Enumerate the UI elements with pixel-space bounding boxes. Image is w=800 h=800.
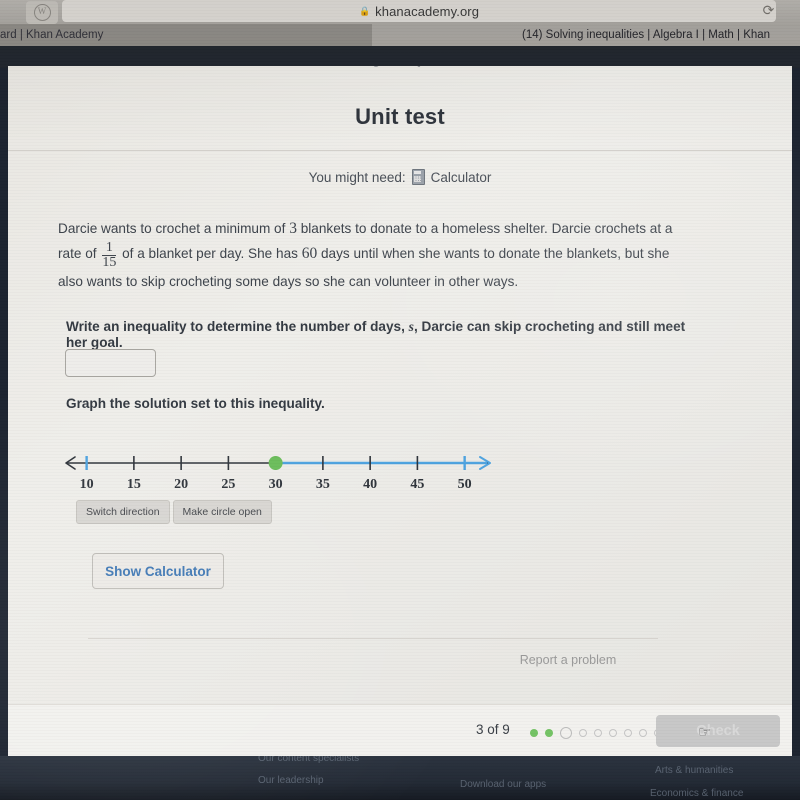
url-text: khanacademy.org	[375, 3, 480, 19]
number-line-widget[interactable]: 10 15 20 25 30 35 40 45 50	[63, 449, 493, 501]
content-divider	[88, 638, 658, 639]
footer-link[interactable]: Download our apps	[460, 779, 546, 790]
footer-link[interactable]: Arts & humanities	[655, 765, 733, 776]
page-header-dark-band	[0, 46, 800, 68]
tab-title: ard | Khan Academy	[0, 29, 104, 41]
graph-prompt: Graph the solution set to this inequalit…	[66, 396, 325, 411]
problem-text-c: of a blanket per day. She has	[118, 246, 302, 261]
reload-icon[interactable]: ⟳	[761, 3, 776, 18]
footer-link[interactable]: Our leadership	[258, 775, 324, 786]
tab-active[interactable]: (14) Solving inequalities | Algebra I | …	[372, 24, 800, 46]
answer-input[interactable]	[65, 349, 156, 377]
problem-number-days: 60	[301, 245, 318, 262]
khan-academy-page: Solving inequalities Unit test You might…	[8, 66, 792, 756]
tab-strip: ard | Khan Academy (14) Solving inequali…	[0, 24, 800, 46]
switch-direction-button[interactable]: Switch direction	[76, 500, 170, 524]
question-text-a: Write an inequality to determine the num…	[66, 319, 409, 334]
question-counter: 3 of 9	[476, 722, 510, 737]
show-calculator-button[interactable]: Show Calculator	[92, 553, 224, 589]
report-a-problem-link[interactable]: Report a problem	[478, 653, 658, 667]
browser-toolbar: W 🔒 khanacademy.org ⟳	[0, 0, 800, 24]
number-line-tick-label: 35	[315, 477, 330, 492]
lock-icon: 🔒	[358, 5, 371, 16]
title-divider	[8, 150, 792, 151]
problem-number-blankets: 3	[289, 220, 297, 237]
number-line-tick-label: 25	[221, 477, 236, 492]
fraction-numerator: 1	[105, 240, 113, 255]
extension-icon: W	[33, 4, 51, 21]
url-bar[interactable]: 🔒 khanacademy.org	[62, 0, 776, 22]
problem-statement: Darcie wants to crochet a minimum of 3 b…	[58, 216, 678, 294]
progress-dot-todo	[624, 729, 632, 737]
progress-dot-todo	[579, 729, 587, 737]
number-line-tick-label: 30	[268, 477, 283, 492]
problem-text-a: Darcie wants to crochet a minimum of	[58, 221, 290, 236]
make-circle-open-button[interactable]: Make circle open	[172, 500, 272, 524]
question-prompt: Write an inequality to determine the num…	[66, 319, 686, 350]
you-might-need-row: You might need: Calculator	[8, 169, 792, 185]
tab-inactive[interactable]: ard | Khan Academy	[0, 24, 370, 46]
progress-dot-todo	[639, 729, 647, 737]
progress-dot-done	[545, 729, 553, 737]
progress-dot-todo	[609, 729, 617, 737]
number-line-tick-label: 10	[79, 477, 94, 492]
number-line-tick-label: 20	[174, 477, 189, 492]
calculator-link[interactable]: Calculator	[431, 170, 492, 185]
calculator-icon	[411, 169, 425, 185]
number-line-tick-label: 40	[363, 477, 378, 492]
progress-dot-todo	[594, 729, 602, 737]
footer-link[interactable]: Our content specialists	[258, 756, 359, 764]
fraction-rate: 1 15	[102, 240, 117, 270]
photographed-screen: W 🔒 khanacademy.org ⟳ ard | Khan Academy…	[0, 0, 800, 800]
number-line-point[interactable]	[268, 456, 283, 470]
progress-dot-done	[530, 729, 538, 737]
fraction-denominator: 15	[102, 255, 117, 270]
exercise-footer-bar: 3 of 9 Check ☞	[8, 704, 792, 756]
number-line-tick-labels: 10 15 20 25 30 35 40 45 50	[63, 477, 493, 497]
check-button[interactable]: Check	[656, 715, 780, 747]
progress-dot-current	[560, 727, 572, 739]
footer-link[interactable]: Economics & finance	[650, 788, 743, 799]
progress-dots	[530, 727, 662, 739]
you-might-need-label: You might need:	[308, 169, 406, 185]
number-line-tick-label: 15	[126, 477, 141, 492]
extension-button[interactable]: W	[26, 1, 58, 24]
pointer-hand-cursor-icon: ☞	[698, 724, 712, 741]
number-line-svg[interactable]	[63, 449, 493, 479]
number-line-tick-label: 45	[410, 477, 425, 492]
graph-controls: Switch direction Make circle open	[76, 500, 272, 524]
tab-title: (14) Solving inequalities | Algebra I | …	[522, 29, 771, 41]
number-line-tick-label: 50	[457, 477, 472, 492]
course-header-title: Solving inequalities	[8, 66, 792, 68]
page-title: Unit test	[355, 104, 445, 129]
site-footer: Our content specialists Our leadership Dow…	[0, 756, 800, 800]
